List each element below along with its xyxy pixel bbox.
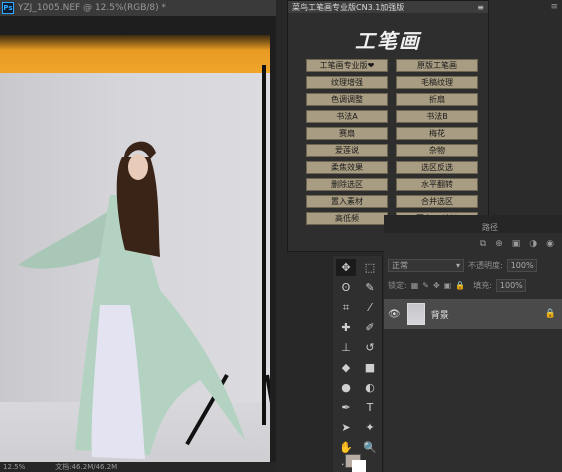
status-bar: 12.5% 文档:46.2M/46.2M bbox=[0, 462, 276, 472]
tools-panel: ✥⬚ʘ✎⌗⁄✚✐⊥↺◆■●◐✒T➤✦✋🔍 ··· bbox=[333, 256, 383, 472]
plugin-header[interactable]: 菜鸟工笔画专业版CN3.1加强版 ≡ bbox=[288, 1, 488, 13]
plugin-button[interactable]: 杂物 bbox=[396, 144, 478, 157]
collapsed-panel-strip: ≡ bbox=[489, 0, 562, 215]
crop-tool-icon[interactable]: ⌗ bbox=[336, 299, 356, 316]
plugin-logo: 工笔画 bbox=[355, 29, 421, 53]
layer-row-background[interactable]: 👁 背景 🔒 bbox=[384, 299, 562, 329]
layers-header-icons: ⧉ ⊕ ▣ ◑ ◉ bbox=[384, 233, 562, 255]
lock-pixels-icon[interactable]: ✎ bbox=[422, 281, 429, 290]
plugin-button[interactable]: 置入素材 bbox=[306, 195, 388, 208]
plugin-button[interactable]: 折扇 bbox=[396, 93, 478, 106]
shape-tool-icon[interactable]: ✦ bbox=[360, 419, 380, 436]
chevron-down-icon: ▾ bbox=[455, 260, 460, 270]
plugin-button[interactable]: 色调调整 bbox=[306, 93, 388, 106]
frame-icon[interactable]: ▣ bbox=[512, 239, 521, 249]
plugin-button-grid: 工笔画专业版❤ 原版工笔画 纹理增强 毛稿纹理 色调调整 折扇 书法A 书法B 赛扇 梅花 爱莲说杂… bbox=[288, 55, 488, 225]
plugin-button[interactable]: 柔焦效果 bbox=[306, 161, 388, 174]
zoom-readout[interactable]: 12.5% bbox=[3, 463, 25, 471]
marquee-tool-icon[interactable]: ⬚ bbox=[360, 259, 380, 276]
model-figure bbox=[18, 141, 245, 459]
layers-panel: 路径 ⧉ ⊕ ▣ ◑ ◉ 正常 ▾ 不透明度: 100% 锁定: ▦ ✎ ✥ ▣ 🔒 填… bbox=[384, 215, 562, 472]
healing-tool-icon[interactable]: ✚ bbox=[336, 319, 356, 336]
lock-all-icon[interactable]: 🔒 bbox=[455, 281, 465, 290]
history-brush-tool-icon[interactable]: ↺ bbox=[360, 339, 380, 356]
panel-menu-icon[interactable]: ≡ bbox=[477, 3, 484, 12]
copy-icon[interactable]: ⧉ bbox=[480, 239, 486, 249]
fill-label: 填充: bbox=[473, 280, 492, 290]
plugin-title: 菜鸟工笔画专业版CN3.1加强版 bbox=[292, 2, 405, 12]
mask-icon[interactable]: ◉ bbox=[546, 239, 554, 249]
new-layer-icon[interactable]: ⊕ bbox=[495, 239, 503, 249]
quick-select-tool-icon[interactable]: ✎ bbox=[360, 279, 380, 296]
brush-tool-icon[interactable]: ✐ bbox=[360, 319, 380, 336]
photoshop-logo-icon: Ps bbox=[2, 2, 14, 14]
move-tool-icon[interactable]: ✥ bbox=[336, 259, 356, 276]
dodge-tool-icon[interactable]: ◐ bbox=[360, 379, 380, 396]
plugin-button[interactable]: 书法A bbox=[306, 110, 388, 123]
plugin-button[interactable]: 赛扇 bbox=[306, 127, 388, 140]
opacity-label: 不透明度: bbox=[468, 260, 503, 270]
pen-tool-icon[interactable]: ✒ bbox=[336, 399, 356, 416]
stamp-tool-icon[interactable]: ⊥ bbox=[336, 339, 356, 356]
plugin-button[interactable]: 删除选区 bbox=[306, 178, 388, 191]
opacity-field[interactable]: 100% bbox=[506, 258, 537, 272]
panel-menu-icon[interactable]: ≡ bbox=[550, 2, 558, 12]
document-title: YZJ_1005.NEF @ 12.5%(RGB/8) * bbox=[18, 3, 167, 13]
gradient-tool-icon[interactable]: ■ bbox=[360, 359, 380, 376]
eraser-tool-icon[interactable]: ◆ bbox=[336, 359, 356, 376]
blend-mode-select[interactable]: 正常 ▾ bbox=[388, 258, 464, 272]
lock-icon: 🔒 bbox=[544, 309, 556, 319]
plugin-button[interactable]: 书法B bbox=[396, 110, 478, 123]
plugin-button[interactable]: 水平翻转 bbox=[396, 178, 478, 191]
plugin-button[interactable]: 梅花 bbox=[396, 127, 478, 140]
opacity-value: 100% bbox=[510, 260, 534, 270]
lock-transparent-icon[interactable]: ▦ bbox=[411, 281, 419, 290]
document-size: 文档:46.2M/46.2M bbox=[55, 463, 118, 471]
plugin-button[interactable]: 选区反选 bbox=[396, 161, 478, 174]
face bbox=[128, 154, 148, 180]
eyedropper-tool-icon[interactable]: ⁄ bbox=[360, 299, 380, 316]
background-color-swatch[interactable] bbox=[352, 460, 366, 472]
plugin-button[interactable]: 原版工笔画 bbox=[396, 59, 478, 72]
lock-position-icon[interactable]: ✥ bbox=[433, 281, 440, 290]
lock-artboard-icon[interactable]: ▣ bbox=[444, 281, 452, 290]
lasso-tool-icon[interactable]: ʘ bbox=[336, 279, 356, 296]
lock-row: 锁定: ▦ ✎ ✥ ▣ 🔒 填充: 100% bbox=[384, 275, 562, 295]
layer-name[interactable]: 背景 bbox=[431, 308, 539, 321]
tab-paths[interactable]: 路径 bbox=[482, 222, 498, 233]
photo-image bbox=[0, 35, 270, 462]
flowing-sleeve bbox=[18, 210, 110, 269]
type-tool-icon[interactable]: T bbox=[360, 399, 380, 416]
lock-label: 锁定: bbox=[388, 280, 407, 290]
layers-tabbar: 路径 bbox=[384, 215, 562, 233]
document-canvas[interactable] bbox=[0, 17, 276, 462]
path-select-tool-icon[interactable]: ➤ bbox=[336, 419, 356, 436]
plugin-button[interactable]: 工笔画专业版❤ bbox=[306, 59, 388, 72]
adjustment-icon[interactable]: ◑ bbox=[529, 239, 537, 249]
blend-mode-value: 正常 bbox=[392, 260, 408, 270]
tool-grid: ✥ ⬚ ʘ ✎ ⌗ ⁄ ✚ ✐ ⊥ ↺ ◆ ■ ● ◐ ✒ T ➤ ✦ ✋ 🔍 bbox=[333, 256, 382, 456]
plugin-button[interactable]: 毛稿纹理 bbox=[396, 76, 478, 89]
fill-value: 100% bbox=[499, 280, 523, 290]
zoom-tool-icon[interactable]: 🔍 bbox=[360, 439, 380, 456]
plugin-button[interactable]: 纹理增强 bbox=[306, 76, 388, 89]
plugin-button[interactable]: 爱莲说 bbox=[306, 144, 388, 157]
fill-field[interactable]: 100% bbox=[495, 278, 526, 292]
blur-tool-icon[interactable]: ● bbox=[336, 379, 356, 396]
plugin-button[interactable]: 高低频 bbox=[306, 212, 388, 225]
layer-thumbnail bbox=[406, 303, 425, 325]
document-tab[interactable]: Ps YZJ_1005.NEF @ 12.5%(RGB/8) * bbox=[0, 0, 276, 17]
eye-icon[interactable]: 👁 bbox=[388, 309, 401, 320]
blend-row: 正常 ▾ 不透明度: 100% bbox=[384, 255, 562, 275]
plugin-button[interactable]: 合并选区 bbox=[396, 195, 478, 208]
